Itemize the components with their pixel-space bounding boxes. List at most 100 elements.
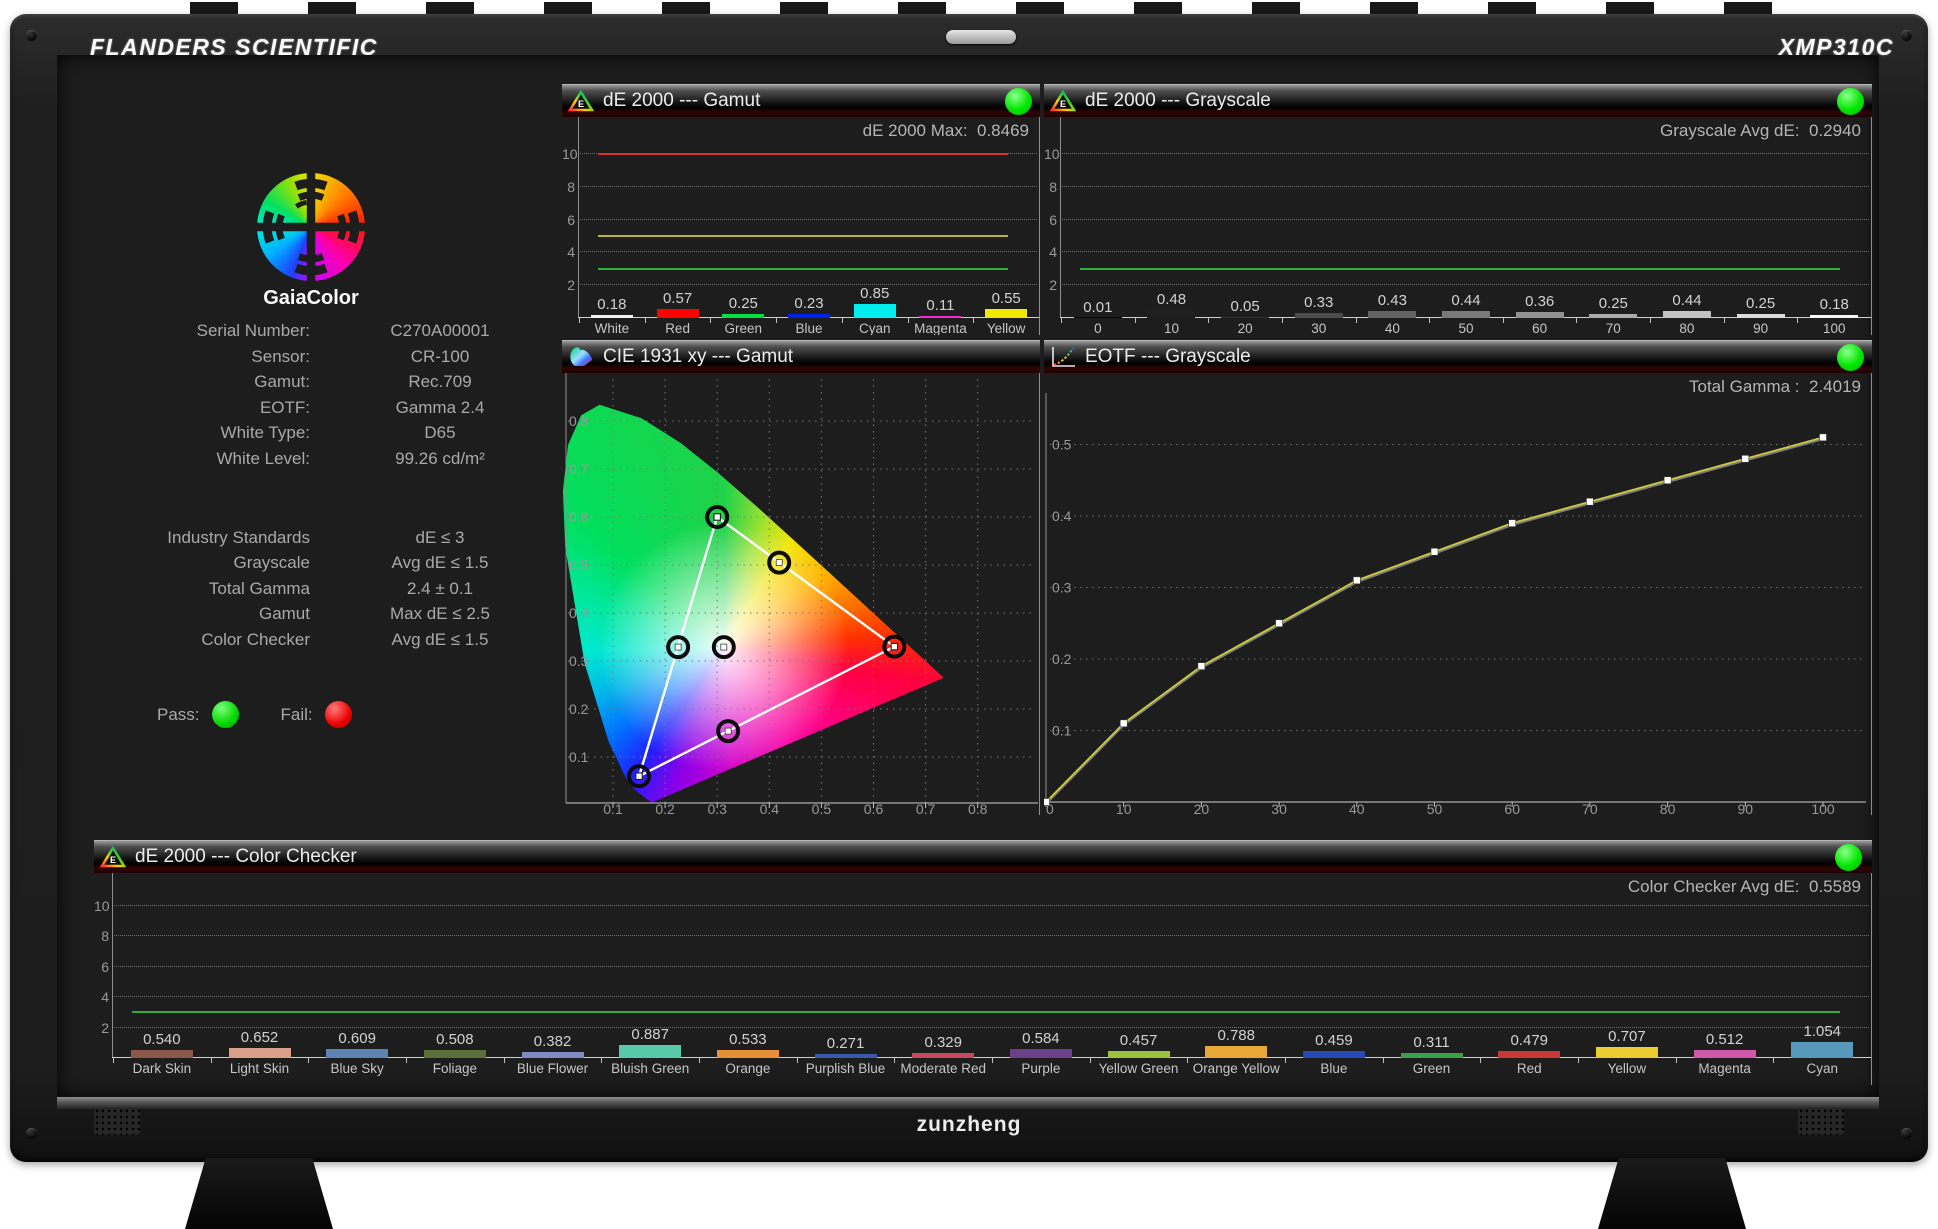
x-axis-tick: [973, 318, 974, 323]
x-axis-label: 0.8: [968, 801, 988, 815]
panel-right-border: [1871, 873, 1872, 1085]
x-axis-tick: [699, 1058, 700, 1063]
bar: [1368, 311, 1416, 318]
bar-category: 10: [1135, 318, 1209, 335]
bar-category: Red: [645, 318, 711, 335]
bar-value: 0.533: [699, 1032, 797, 1047]
bar: [1010, 1049, 1072, 1058]
device-info-label: White Level:: [97, 446, 310, 472]
x-axis-label: 0.2: [655, 801, 675, 815]
bar-category: Light Skin: [211, 1058, 309, 1085]
device-info-label: White Type:: [97, 420, 310, 446]
device-info-row: Serial Number:C270A00001: [97, 318, 555, 344]
y-axis-label: 0.3: [1052, 580, 1072, 596]
bar-label-row: WhiteRedGreenBlueCyanMagentaYellow: [579, 318, 1039, 335]
screen: GaiaColor Serial Number:C270A00001Sensor…: [57, 55, 1879, 1097]
screenshot-stage: FLANDERS SCIENTIFIC XMP310C zunzheng: [0, 0, 1938, 1229]
bar-category: Cyan: [842, 318, 908, 335]
x-axis-tick: [1135, 318, 1136, 323]
x-axis-tick: [992, 1058, 993, 1063]
data-point-marker: [1044, 799, 1050, 806]
standard-row: Color CheckerAvg dE ≤ 1.5: [97, 627, 555, 652]
bar-category: Yellow: [1578, 1058, 1676, 1085]
industry-standards-list: Industry StandardsdE ≤ 3Grayscale Avg dE …: [97, 525, 555, 652]
bar-category: Green: [1383, 1058, 1481, 1085]
panel-title: dE 2000 --- Gamut: [603, 90, 760, 112]
device-info-value: D65: [325, 420, 555, 446]
x-axis-tick: [1090, 1058, 1091, 1063]
bar: [717, 1050, 779, 1058]
eotf-curve: [1046, 437, 1823, 802]
bar: [985, 309, 1027, 318]
data-point-marker: [1120, 720, 1127, 727]
x-axis-tick: [308, 1058, 309, 1063]
standard-value: Avg dE ≤ 1.5: [325, 627, 555, 652]
bar-category: 70: [1576, 318, 1650, 335]
cie-horseshoe-icon: [568, 346, 594, 368]
y-axis-label: 2: [562, 277, 575, 293]
eotf-line-chart: 0.50.40.30.20.10102030405060708090100: [1044, 373, 1868, 815]
standard-row: Industry StandardsdE ≤ 3: [97, 525, 555, 550]
x-axis-tick: [710, 318, 711, 323]
bar-category: White: [579, 318, 645, 335]
bar-value: 0.25: [1724, 296, 1798, 311]
x-axis-tick: [1480, 1058, 1481, 1063]
x-axis-label: 0.6: [864, 801, 884, 815]
standard-label: Grayscale: [97, 550, 310, 575]
panel-header: E dE 2000 --- Grayscale: [1044, 84, 1872, 117]
x-axis-tick: [1576, 318, 1577, 323]
bar: [1205, 1046, 1267, 1058]
y-axis-label: 4: [94, 989, 109, 1005]
fail-label: Fail:: [281, 705, 313, 725]
bar-value: 0.01: [1061, 300, 1135, 315]
x-axis-tick: [1724, 318, 1725, 323]
panel-de2000-color-checker: E dE 2000 --- Color Checker Color Checke…: [94, 840, 1872, 1085]
data-point-marker: [1664, 477, 1671, 484]
bar-value: 0.508: [406, 1032, 504, 1047]
bar-value: 0.25: [1576, 296, 1650, 311]
grayscale-bar-chart: 1086420.010.480.050.330.430.440.360.250.…: [1044, 117, 1872, 335]
status-green-indicator: [1837, 344, 1864, 371]
bar-value: 0.85: [842, 286, 908, 301]
measured-point-blue: [629, 766, 649, 786]
bar-value: 0.459: [1285, 1033, 1383, 1048]
device-info-list: Serial Number:C270A00001Sensor:CR-100Gam…: [97, 318, 555, 472]
bar-category: Moderate Red: [894, 1058, 992, 1085]
x-axis-tick: [645, 318, 646, 323]
bar-category: 40: [1356, 318, 1430, 335]
status-green-indicator: [1837, 88, 1864, 115]
tally-light: [946, 30, 1016, 44]
device-info-row: White Type: D65: [97, 420, 555, 446]
panel-right-border: [1871, 117, 1872, 335]
bar-category: 90: [1724, 318, 1798, 335]
bar-category: 30: [1282, 318, 1356, 335]
bar-category: 100: [1797, 318, 1871, 335]
bar-value: 0.609: [308, 1031, 406, 1046]
x-axis-label: 0.7: [916, 801, 936, 815]
bar: [1596, 1047, 1658, 1058]
measured-point-cyan: [668, 637, 688, 657]
bar-category: Blue Flower: [504, 1058, 602, 1085]
standard-row: Total Gamma2.4 ± 0.1: [97, 576, 555, 601]
x-axis-label: 0.1: [603, 801, 623, 815]
device-info-row: White Level:99.26 cd/m²: [97, 446, 555, 472]
panel-title: dE 2000 --- Color Checker: [135, 846, 357, 868]
bar-value: 0.33: [1282, 295, 1356, 310]
gaiacolor-label: GaiaColor: [211, 287, 411, 310]
bar-value: 0.457: [1090, 1033, 1188, 1048]
y-axis-label: 8: [94, 928, 109, 944]
standard-row: GamutMax dE ≤ 2.5: [97, 601, 555, 626]
y-axis-label: 0.4: [1052, 508, 1072, 524]
x-axis-tick: [113, 1058, 114, 1063]
bar: [1303, 1051, 1365, 1058]
delta-e-triangle-icon: E: [100, 846, 126, 868]
bar-value: 0.584: [992, 1031, 1090, 1046]
y-axis-label: 6: [94, 959, 109, 975]
bar-value: 1.054: [1773, 1024, 1871, 1039]
x-axis-label: 60: [1504, 801, 1520, 815]
device-info-label: Serial Number:: [97, 318, 310, 344]
x-axis-tick: [406, 1058, 407, 1063]
x-axis-tick: [894, 1058, 895, 1063]
bar-value: 0.44: [1650, 293, 1724, 308]
y-axis-label: 0.2: [1052, 651, 1072, 667]
